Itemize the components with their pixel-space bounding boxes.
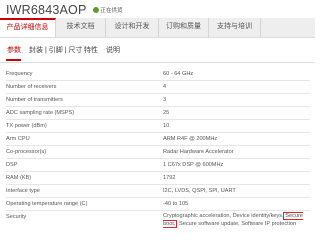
spec-value: 25: [163, 110, 170, 116]
subtab-features[interactable]: 特性: [84, 45, 98, 55]
table-row: Operating temperature range (C) -40 to 1…: [6, 197, 310, 211]
status-dot-icon: [92, 7, 99, 13]
table-row: RAM (KB) 1792: [6, 171, 310, 185]
spec-label: RAM (KB): [6, 175, 32, 181]
product-header: IWR6843AOP 正在供货: [6, 1, 123, 19]
spec-value: I2C, LVDS, QSPI, SPI, UART: [163, 188, 236, 194]
tab-design-development[interactable]: 设计和开发: [106, 18, 159, 37]
subtab-parameters[interactable]: 参数: [7, 45, 21, 55]
spec-value: Cryptographic acceleration, Device ident…: [163, 212, 309, 228]
page-title: IWR6843AOP: [6, 3, 87, 17]
table-row: Interface type I2C, LVDS, QSPI, SPI, UAR…: [6, 184, 310, 198]
active-subtab-indicator: [6, 59, 21, 61]
subtab-package-pins-size[interactable]: 封装 | 引脚 | 尺寸: [29, 45, 82, 55]
table-row: Security Cryptographic acceleration, Dev…: [6, 210, 310, 240]
table-row: Arm CPU ARM R4F @ 200MHz: [6, 132, 310, 146]
spec-label: Number of receivers: [6, 84, 57, 90]
spec-value: Radar Hardware Accelerator: [163, 149, 234, 155]
table-row: Number of receivers 4: [6, 80, 310, 94]
status-badge: 正在供货: [92, 6, 123, 14]
spec-value: -40 to 105: [163, 201, 189, 207]
spec-label: TX power (dBm): [6, 123, 47, 129]
table-row: Number of transmitters 3: [6, 93, 310, 107]
spec-value: 60 - 64 GHz: [163, 71, 194, 77]
tab-technical-docs[interactable]: 技术文档: [56, 18, 106, 37]
spec-value: 1792: [163, 175, 176, 181]
spec-label: Security: [6, 214, 27, 220]
table-row: TX power (dBm) 10: [6, 119, 310, 133]
spec-label: DSP: [6, 162, 18, 168]
table-row: ADC sampling rate (MSPS) 25: [6, 106, 310, 120]
table-row: Co-processor(s) Radar Hardware Accelerat…: [6, 145, 310, 159]
table-row: Frequency 60 - 64 GHz: [6, 66, 310, 81]
spec-label: Operating temperature range (C): [6, 201, 88, 207]
spec-label: Frequency: [6, 71, 33, 77]
spec-label: Interface type: [6, 188, 40, 194]
subtab-description[interactable]: 说明: [106, 45, 120, 55]
tab-support-training[interactable]: 支持与培训: [209, 18, 261, 37]
spec-value: ARM R4F @ 200MHz: [163, 136, 218, 142]
tab-ordering-quality[interactable]: 订购和质量: [159, 18, 209, 37]
spec-value: 1 C67x DSP @ 600MHz: [163, 162, 224, 168]
spec-value: 10: [163, 123, 170, 129]
security-value-part: Cryptographic acceleration, Device ident…: [163, 213, 284, 219]
spec-value: 4: [163, 84, 167, 90]
spec-label: Number of transmitters: [6, 97, 63, 103]
table-row: DSP 1 C67x DSP @ 600MHz: [6, 158, 310, 172]
spec-label: ADC sampling rate (MSPS): [6, 110, 75, 116]
status-label: 正在供货: [100, 8, 123, 14]
security-value-part: Secure software update, Software IP prot…: [179, 220, 297, 227]
spec-label: Arm CPU: [6, 136, 30, 142]
section-tabs: 参数 封装 | 引脚 | 尺寸 特性 说明: [0, 38, 315, 63]
main-nav: 产品详细信息 技术文档 设计和开发 订购和质量 支持与培训: [0, 18, 315, 38]
tab-product-details[interactable]: 产品详细信息: [0, 18, 56, 37]
spec-value: 3: [163, 97, 167, 103]
spec-label: Co-processor(s): [6, 149, 47, 155]
